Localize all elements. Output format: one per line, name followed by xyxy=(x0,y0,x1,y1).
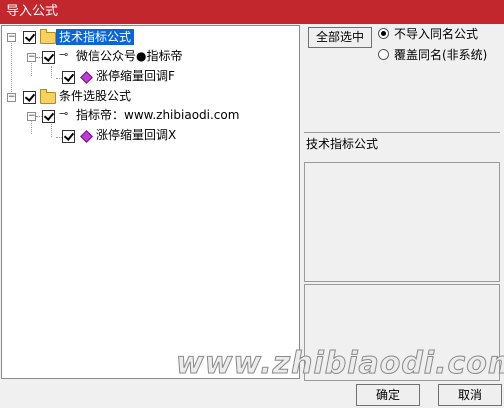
tree-connector xyxy=(11,38,12,98)
watermark-text: www.zhibiaodi.com xyxy=(175,346,504,382)
checkbox-item2[interactable] xyxy=(62,130,75,143)
folder-icon xyxy=(40,89,56,104)
formula-tree[interactable]: − 技术指标公式 − ⊸ 微信公众号●指标帝 涨停缩量回调F − 条件选股公式 … xyxy=(1,25,300,379)
formula-icon xyxy=(80,71,93,84)
radio-indicator[interactable] xyxy=(378,49,389,60)
category-label: 技术指标公式 xyxy=(306,137,379,151)
title-bar: 导入公式 xyxy=(0,0,504,24)
select-all-button[interactable]: 全部选中 xyxy=(308,27,372,48)
checkbox-root1[interactable] xyxy=(23,31,36,44)
radio-indicator[interactable] xyxy=(378,28,389,39)
collapse-toggle[interactable]: − xyxy=(27,53,36,62)
radio-overwrite-duplicates[interactable]: 覆盖同名(非系统) xyxy=(378,47,502,63)
tree-item-group1[interactable]: 微信公众号●指标帝 xyxy=(76,48,182,64)
tree-item-screening-formulas[interactable]: 条件选股公式 xyxy=(59,88,131,104)
checkbox-item1[interactable] xyxy=(62,71,75,84)
category-label-box: 技术指标公式 xyxy=(304,132,500,159)
radio-overwrite-label: 覆盖同名(非系统) xyxy=(394,48,488,62)
checkbox-root2[interactable] xyxy=(23,91,36,104)
folder-icon xyxy=(40,29,56,44)
formula-icon xyxy=(80,130,93,143)
tree-item-technical-formulas[interactable]: 技术指标公式 xyxy=(56,29,135,45)
tree-item-group2[interactable]: 指标帝：www.zhibiaodi.com xyxy=(76,107,239,123)
tree-item-formula1[interactable]: 涨停缩量回调F xyxy=(96,68,175,84)
checkbox-group2[interactable] xyxy=(42,110,55,123)
collapse-toggle[interactable]: − xyxy=(27,112,36,121)
key-icon: ⊸ xyxy=(59,48,69,61)
tree-connector xyxy=(51,124,52,137)
tree-item-formula2[interactable]: 涨停缩量回调X xyxy=(96,127,176,143)
ok-button[interactable]: 确定 xyxy=(356,384,420,406)
collapse-toggle[interactable]: − xyxy=(7,33,16,42)
collapse-toggle[interactable]: − xyxy=(7,93,16,102)
formula-info-panel xyxy=(304,162,500,282)
tree-connector xyxy=(51,66,52,78)
radio-skip-label: 不导入同名公式 xyxy=(394,27,479,41)
radio-skip-duplicates[interactable]: 不导入同名公式 xyxy=(378,26,502,42)
key-icon: ⊸ xyxy=(59,107,69,120)
checkbox-group1[interactable] xyxy=(42,51,55,64)
cancel-button[interactable]: 取消 xyxy=(438,384,502,406)
window-title: 导入公式 xyxy=(6,4,59,19)
